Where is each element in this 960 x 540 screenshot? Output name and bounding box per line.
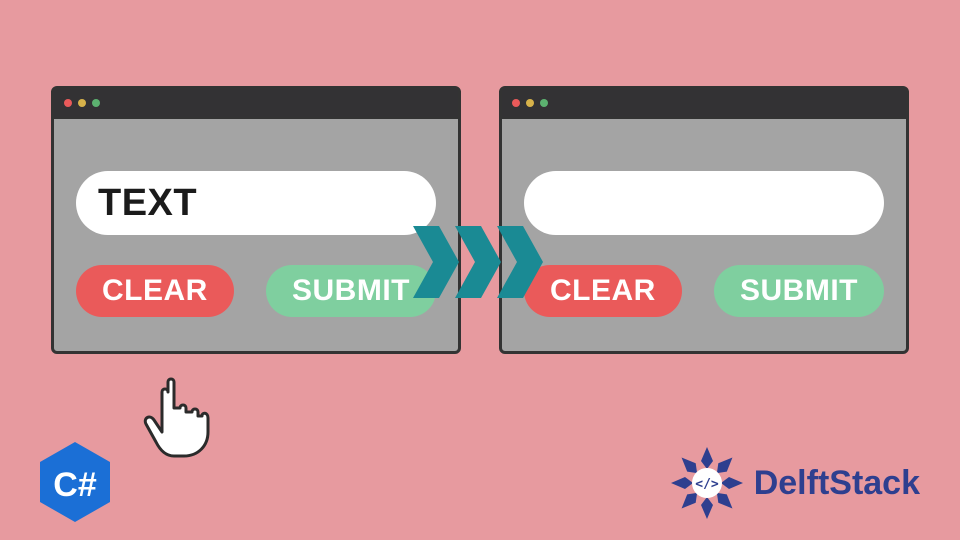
delftstack-logo: </> DelftStack <box>668 444 920 522</box>
close-dot-icon <box>512 99 520 107</box>
clear-button-label: CLEAR <box>550 274 656 308</box>
maximize-dot-icon <box>92 99 100 107</box>
window-after: CLEAR SUBMIT <box>499 86 909 354</box>
window-body: TEXT CLEAR SUBMIT <box>54 119 458 351</box>
text-input[interactable]: TEXT <box>76 171 436 235</box>
transition-arrows-icon <box>417 226 543 298</box>
brand-name: DelftStack <box>754 464 920 503</box>
csharp-logo-icon: C# <box>36 440 114 524</box>
button-row: CLEAR SUBMIT <box>76 265 436 317</box>
clear-button[interactable]: CLEAR <box>524 265 682 317</box>
window-before: TEXT CLEAR SUBMIT <box>51 86 461 354</box>
submit-button-label: SUBMIT <box>740 274 858 308</box>
diagram-stage: TEXT CLEAR SUBMIT CLEAR <box>0 86 960 354</box>
text-input[interactable] <box>524 171 884 235</box>
chevron-right-icon <box>493 226 543 298</box>
csharp-label: C# <box>53 466 97 504</box>
submit-button-label: SUBMIT <box>292 274 410 308</box>
maximize-dot-icon <box>540 99 548 107</box>
titlebar <box>502 89 906 119</box>
clear-button[interactable]: CLEAR <box>76 265 234 317</box>
close-dot-icon <box>64 99 72 107</box>
text-input-value: TEXT <box>98 182 197 225</box>
pointer-cursor-icon <box>140 374 212 467</box>
window-body: CLEAR SUBMIT <box>502 119 906 351</box>
titlebar <box>54 89 458 119</box>
button-row: CLEAR SUBMIT <box>524 265 884 317</box>
submit-button[interactable]: SUBMIT <box>714 265 884 317</box>
minimize-dot-icon <box>78 99 86 107</box>
mandala-icon: </> <box>668 444 746 522</box>
clear-button-label: CLEAR <box>102 274 208 308</box>
svg-text:</>: </> <box>695 477 719 492</box>
minimize-dot-icon <box>526 99 534 107</box>
